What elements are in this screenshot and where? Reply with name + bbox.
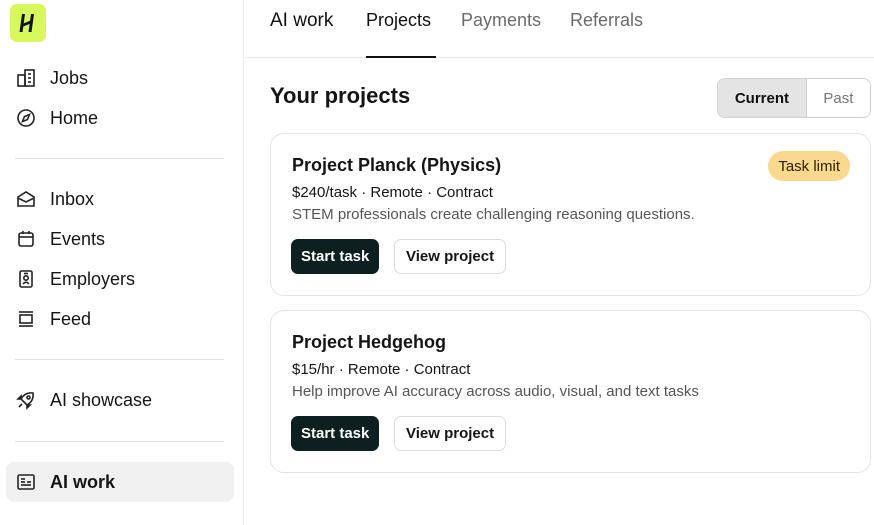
sidebar-item-label: Inbox xyxy=(50,188,95,209)
sidebar-item-label: Feed xyxy=(50,308,92,329)
sidebar-item-home[interactable]: Home xyxy=(6,99,234,137)
view-project-button[interactable]: View project xyxy=(394,239,507,274)
project-meta: $240/task · Remote · Contract xyxy=(292,184,493,201)
tab-referrals[interactable]: Referrals xyxy=(570,10,643,58)
top-tabs: AI work Projects Payments Referrals xyxy=(245,0,874,58)
view-project-button[interactable]: View project xyxy=(394,416,507,451)
sidebar: Jobs Home Inbox Events Employers Feed AI… xyxy=(0,0,244,525)
rocket-icon xyxy=(16,390,36,410)
sidebar-item-label: AI work xyxy=(50,471,116,492)
ai-work-icon xyxy=(16,472,36,492)
sidebar-divider xyxy=(15,359,224,360)
project-description: STEM professionals create challenging re… xyxy=(292,206,695,223)
start-task-button[interactable]: Start task xyxy=(291,416,380,451)
sidebar-item-jobs[interactable]: Jobs xyxy=(6,59,234,97)
sidebar-item-label: AI showcase xyxy=(50,389,153,410)
tab-payments[interactable]: Payments xyxy=(461,10,541,58)
current-toggle-button[interactable]: Current xyxy=(718,79,807,117)
sidebar-item-inbox[interactable]: Inbox xyxy=(6,180,234,218)
past-toggle-button[interactable]: Past xyxy=(806,79,870,117)
sidebar-item-feed[interactable]: Feed xyxy=(6,300,234,338)
app-root: Jobs Home Inbox Events Employers Feed AI… xyxy=(0,0,874,525)
project-title: Project Hedgehog xyxy=(292,332,447,352)
sidebar-divider xyxy=(15,441,224,442)
sidebar-item-events[interactable]: Events xyxy=(6,220,234,258)
sidebar-item-label: Events xyxy=(50,228,106,249)
tab-projects[interactable]: Projects xyxy=(366,10,431,58)
project-card: Project Planck (Physics) Task limit $240… xyxy=(270,133,871,296)
start-task-button[interactable]: Start task xyxy=(291,239,380,274)
project-description: Help improve AI accuracy across audio, v… xyxy=(292,383,699,400)
handshake-logo-icon[interactable] xyxy=(10,4,46,42)
project-card: Project Hedgehog $15/hr · Remote · Contr… xyxy=(270,310,871,473)
building-icon xyxy=(16,68,36,88)
current-past-toggle: Current Past xyxy=(717,78,871,118)
sidebar-item-ai-work[interactable]: AI work xyxy=(6,462,234,502)
active-tab-indicator xyxy=(366,56,436,58)
tab-ai-work[interactable]: AI work xyxy=(270,10,333,58)
page-title: Your projects xyxy=(270,83,411,108)
calendar-icon xyxy=(16,229,36,249)
status-badge: Task limit xyxy=(768,151,850,181)
compass-icon xyxy=(16,108,36,128)
inbox-icon xyxy=(16,189,36,209)
feed-icon xyxy=(16,309,36,329)
project-meta: $15/hr · Remote · Contract xyxy=(292,361,471,378)
sidebar-item-label: Home xyxy=(50,107,99,128)
sidebar-item-employers[interactable]: Employers xyxy=(6,260,234,298)
sidebar-item-label: Employers xyxy=(50,268,136,289)
id-badge-icon xyxy=(16,269,36,289)
sidebar-item-label: Jobs xyxy=(50,67,89,88)
sidebar-item-ai-showcase[interactable]: AI showcase xyxy=(6,381,234,419)
project-title: Project Planck (Physics) xyxy=(292,155,502,175)
sidebar-divider xyxy=(15,158,224,159)
